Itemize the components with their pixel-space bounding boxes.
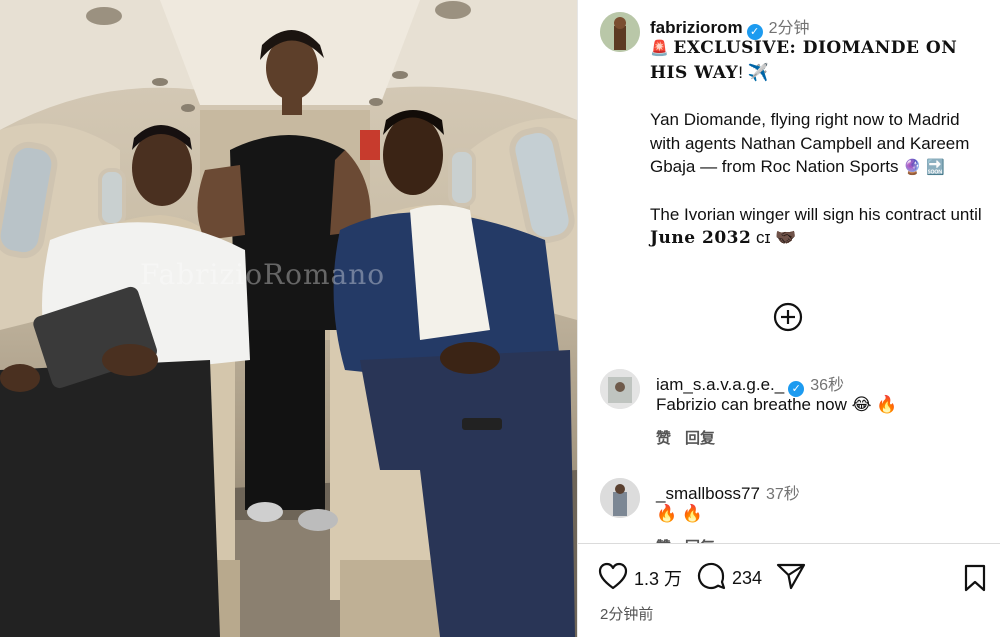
like-count[interactable]: 1.3 万 <box>634 565 682 591</box>
commenter-avatar[interactable] <box>600 478 640 518</box>
commenter-avatar[interactable] <box>600 369 640 409</box>
bookmark-icon[interactable] <box>963 564 987 597</box>
post-photo: FabrizioRomano <box>0 0 577 637</box>
author-avatar[interactable] <box>600 12 640 52</box>
caption-emoji: 🔮 🔜 <box>903 159 945 176</box>
comment-header: iam_s.a.v.a.g.e._ ✓ 36秒 <box>656 371 844 397</box>
author-username[interactable]: fabriziorom <box>650 18 743 37</box>
post-actions-bar: 1.3 万 234 2分钟前 <box>578 543 1000 638</box>
comment-text: Fabrizio can breathe now 😂 🔥 <box>656 395 898 414</box>
post-caption: 🚨 EXCLUSIVE: DIOMANDE ON HIS WAY! ✈️ Yan… <box>650 36 985 274</box>
comment-header: _smallboss77 37秒 <box>656 480 800 504</box>
plus-circle-icon[interactable] <box>773 302 803 332</box>
post-timestamp: 2分钟前 <box>600 606 654 623</box>
caption-paragraph-2-end: ᴄɪ 🤝🏿 <box>756 228 797 247</box>
caption-contract-date: June 2032 <box>650 228 752 248</box>
action-icons: 1.3 万 234 <box>598 562 806 594</box>
send-icon[interactable] <box>776 562 806 595</box>
comment-bubble-icon[interactable] <box>696 561 726 596</box>
jet-cabin-illustration <box>0 0 577 637</box>
caption-paragraph-2: The Ivorian winger will sign his contrac… <box>650 204 982 224</box>
commenter-username[interactable]: _smallboss77 <box>656 484 760 503</box>
photo-watermark: FabrizioRomano <box>140 258 386 291</box>
caption-headline: EXCLUSIVE: DIOMANDE ON HIS WAY <box>650 38 958 83</box>
caption-headline-suffix: ! ✈️ <box>738 62 769 82</box>
comment-text: 🔥 🔥 <box>656 504 704 523</box>
comment-reply-button[interactable]: 回复 <box>685 430 715 447</box>
heart-icon[interactable] <box>598 562 628 595</box>
commenter-username[interactable]: iam_s.a.v.a.g.e._ <box>656 375 784 394</box>
siren-emoji: 🚨 <box>650 40 669 57</box>
comment-time: 37秒 <box>765 486 800 503</box>
comment-time: 36秒 <box>810 377 845 394</box>
post-details-panel: fabriziorom ✓ 2分钟 🚨 EXCLUSIVE: DIOMANDE ON… <box>577 0 1000 638</box>
comment-like-button[interactable]: 赞 <box>656 430 671 447</box>
comment-actions: 赞回复 <box>656 427 729 448</box>
comment-count[interactable]: 234 <box>732 568 762 589</box>
post-time: 2分钟 <box>768 20 810 37</box>
